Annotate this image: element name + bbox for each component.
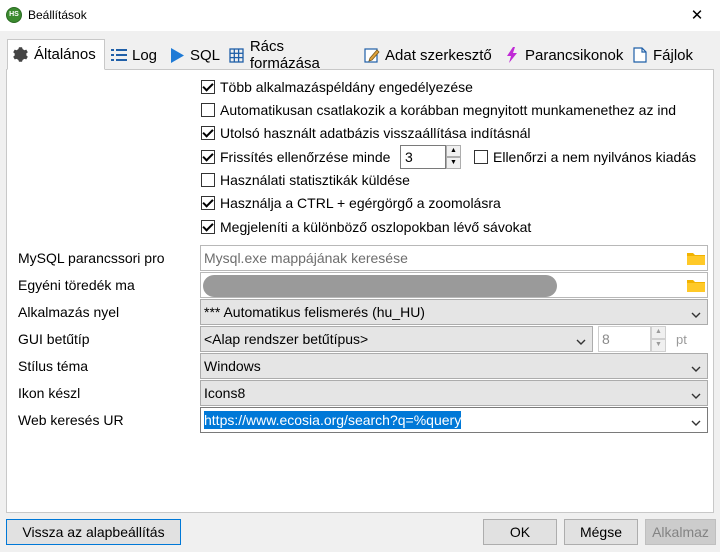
checkbox-label: Használati statisztikák küldése	[220, 172, 410, 188]
tab-label: Log	[132, 46, 158, 64]
checkbox-box[interactable]	[201, 80, 215, 94]
chevron-down-icon[interactable]	[576, 334, 586, 345]
chevron-down-icon[interactable]	[691, 307, 701, 318]
style-theme-select[interactable]: Windows	[200, 353, 708, 379]
checkbox-label: Megjeleníti a különböző oszlopokban lévő…	[220, 219, 532, 235]
tab-sql[interactable]: SQL	[163, 41, 223, 69]
language-value: *** Automatikus felismerés (hu_HU)	[204, 304, 425, 320]
icon-pack-label: Ikon készl	[18, 385, 81, 401]
edit-icon	[363, 47, 380, 64]
ctrl-wheel-zoom-checkbox[interactable]: Használja a CTRL + egérgörgő a zoomolásr…	[201, 193, 501, 213]
custom-snippets-label: Egyéni töredék ma	[18, 277, 135, 293]
reset-defaults-button[interactable]: Vissza az alapbeállítás	[6, 519, 181, 545]
checkbox-label: Ellenőrzi a nem nyilvános kiadás	[493, 149, 697, 165]
checkbox-box[interactable]	[201, 196, 215, 210]
apply-button[interactable]: Alkalmaz	[645, 519, 716, 545]
tab-bar: Általános Log SQL Rács formázása Adat sz…	[0, 38, 720, 72]
folder-icon[interactable]	[687, 278, 705, 292]
tab-grid-formatting[interactable]: Rács formázása	[223, 38, 358, 72]
app-logo-icon: HS	[6, 7, 22, 23]
web-search-url-combo[interactable]: https://www.ecosia.org/search?q=%query	[200, 407, 708, 433]
font-size-unit: pt	[676, 332, 687, 347]
redacted-path	[203, 275, 557, 297]
checkbox-box[interactable]	[201, 220, 215, 234]
checkbox-box[interactable]	[201, 103, 215, 117]
gui-font-size-input[interactable]: 8	[598, 326, 651, 352]
play-icon	[168, 47, 185, 64]
chevron-down-icon[interactable]	[691, 361, 701, 372]
tab-log[interactable]: Log	[105, 41, 163, 69]
list-icon	[110, 47, 127, 64]
checkbox-label: Utolsó használt adatbázis visszaállítása…	[220, 125, 531, 141]
tab-general[interactable]: Általános	[7, 39, 105, 70]
tab-files[interactable]: Fájlok	[626, 41, 698, 69]
close-button[interactable]: ✕	[674, 0, 720, 31]
custom-snippets-input[interactable]	[200, 272, 708, 298]
stepper-down-icon[interactable]: ▼	[651, 339, 666, 352]
mysql-path-input[interactable]: Mysql.exe mappájának keresése	[200, 245, 708, 271]
icon-pack-value: Icons8	[204, 385, 246, 401]
tab-label: Fájlok	[653, 46, 694, 64]
web-search-url-value: https://www.ecosia.org/search?q=%query	[204, 411, 462, 429]
update-interval-stepper[interactable]: ▲ ▼	[446, 145, 461, 169]
stepper-down-icon[interactable]: ▼	[446, 157, 461, 169]
checkbox-box[interactable]	[474, 150, 488, 164]
tab-data-editor[interactable]: Adat szerkesztő	[358, 41, 498, 69]
checkbox-box[interactable]	[201, 126, 215, 140]
stepper-up-icon[interactable]: ▲	[651, 326, 666, 339]
checkbox-label: Automatikusan csatlakozik a korábban meg…	[220, 102, 677, 118]
gui-font-select[interactable]: <Alap rendszer betűtípus>	[200, 326, 593, 352]
grid-icon	[228, 47, 245, 64]
column-bars-checkbox[interactable]: Megjeleníti a különböző oszlopokban lévő…	[201, 217, 531, 237]
style-theme-label: Stílus téma	[18, 358, 89, 374]
web-search-url-label: Web keresés UR	[18, 412, 124, 428]
tab-label: Rács formázása	[249, 38, 320, 72]
tab-label: Általános	[34, 46, 96, 63]
tab-label: Parancsikonok	[525, 46, 624, 64]
file-icon	[631, 47, 648, 64]
checkbox-box[interactable]	[201, 173, 215, 187]
mysql-path-placeholder: Mysql.exe mappájának keresése	[204, 250, 408, 266]
check-updates-checkbox[interactable]: Frissítés ellenőrzése minde	[201, 147, 390, 167]
restore-last-database-checkbox[interactable]: Utolsó használt adatbázis visszaállítása…	[201, 123, 531, 143]
chevron-down-icon[interactable]	[691, 415, 701, 426]
gear-icon	[12, 46, 29, 63]
gui-font-size-value: 8	[602, 331, 610, 347]
language-label: Alkalmazás nyel	[18, 304, 120, 320]
window-title: Beállítások	[28, 8, 87, 22]
send-statistics-checkbox[interactable]: Használati statisztikák küldése	[201, 170, 410, 190]
checkbox-box[interactable]	[201, 150, 215, 164]
cancel-button[interactable]: Mégse	[564, 519, 638, 545]
auto-reconnect-checkbox[interactable]: Automatikusan csatlakozik a korábban meg…	[201, 100, 708, 120]
ok-button[interactable]: OK	[483, 519, 557, 545]
mysql-path-label: MySQL parancssori pro	[18, 250, 165, 266]
gui-font-value: <Alap rendszer betűtípus>	[204, 331, 369, 347]
status-strip	[0, 548, 720, 552]
language-select[interactable]: *** Automatikus felismerés (hu_HU)	[200, 299, 708, 325]
title-bar: HS Beállítások ✕	[0, 0, 720, 31]
gui-font-size-stepper[interactable]: ▲ ▼	[651, 326, 666, 352]
checkbox-label: Több alkalmazáspéldány engedélyezése	[220, 79, 473, 95]
tab-label: Adat szerkesztő	[385, 46, 492, 64]
tab-label: SQL	[190, 46, 221, 64]
checkbox-label: Használja a CTRL + egérgörgő a zoomolásr…	[220, 195, 501, 211]
lightning-icon	[503, 47, 520, 64]
update-interval-input[interactable]	[400, 145, 446, 169]
tab-shortcuts[interactable]: Parancsikonok	[498, 41, 626, 69]
icon-pack-select[interactable]: Icons8	[200, 380, 708, 406]
checkbox-label: Frissítés ellenőrzése minde	[220, 149, 391, 165]
stepper-up-icon[interactable]: ▲	[446, 145, 461, 157]
gui-font-label: GUI betűtíp	[18, 331, 90, 347]
chevron-down-icon[interactable]	[691, 388, 701, 399]
folder-icon[interactable]	[687, 251, 705, 265]
prerelease-check-checkbox[interactable]: Ellenőrzi a nem nyilvános kiadás	[474, 147, 708, 167]
style-theme-value: Windows	[204, 358, 261, 374]
allow-multiple-instances-checkbox[interactable]: Több alkalmazáspéldány engedélyezése	[201, 77, 473, 97]
